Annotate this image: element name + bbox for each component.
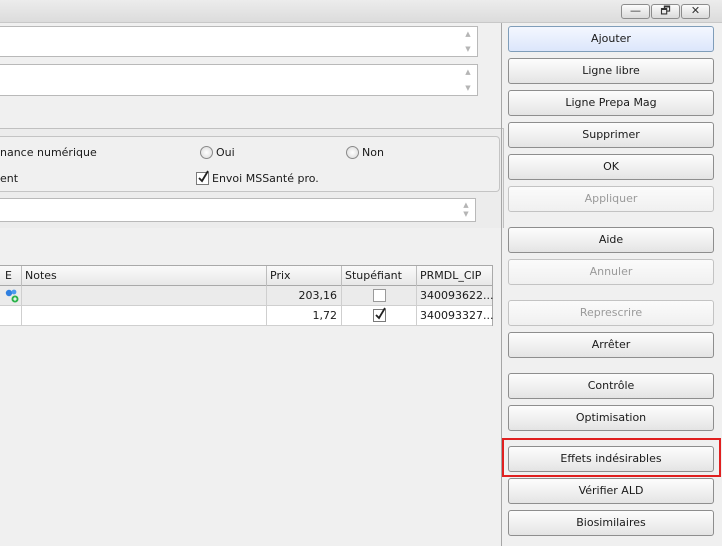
options-box: nance numérique Oui Non ent Envoi MSSant…: [0, 136, 500, 192]
drug-molecule-icon: [5, 289, 19, 303]
table-row[interactable]: 203,16 340093622...: [0, 286, 493, 306]
radio-non-label: Non: [362, 146, 384, 159]
dematerialisation-label: nance numérique: [0, 146, 97, 159]
column-header-prix[interactable]: Prix: [267, 266, 342, 286]
minimize-button[interactable]: —: [621, 4, 650, 19]
cell-stupefiant: [342, 306, 417, 326]
optimisation-button[interactable]: Optimisation: [508, 405, 714, 431]
cell-cip: 340093327...: [420, 309, 493, 322]
aide-button[interactable]: Aide: [508, 227, 714, 253]
table-row[interactable]: 1,72 340093327...: [0, 306, 493, 326]
scroll-up-icon[interactable]: ▲: [459, 201, 473, 210]
memo-2-scrollbar[interactable]: ▲ ▼: [461, 67, 475, 93]
cell-prix: 1,72: [267, 306, 342, 326]
cell-notes: [22, 306, 267, 326]
second-option-label: ent: [0, 172, 19, 185]
radio-oui[interactable]: [200, 146, 213, 159]
stupefiant-checkbox[interactable]: [373, 307, 386, 322]
ligne-libre-button[interactable]: Ligne libre: [508, 58, 714, 84]
column-header-stupefiant[interactable]: Stupéfiant: [342, 266, 417, 286]
memo-field-3[interactable]: ▲ ▼: [0, 198, 476, 222]
controle-button[interactable]: Contrôle: [508, 373, 714, 399]
restore-button[interactable]: 🗗: [651, 4, 680, 19]
ok-button[interactable]: OK: [508, 154, 714, 180]
column-header-cip[interactable]: PRMDL_CIP: [417, 266, 493, 286]
cell-prix: 203,16: [267, 286, 342, 306]
checkmark-icon: [198, 170, 209, 183]
radio-oui-label: Oui: [216, 146, 235, 159]
appliquer-button[interactable]: Appliquer: [508, 186, 714, 212]
annuler-button[interactable]: Annuler: [508, 259, 714, 285]
ligne-prepa-mag-button[interactable]: Ligne Prepa Mag: [508, 90, 714, 116]
verifier-ald-button[interactable]: Vérifier ALD: [508, 478, 714, 504]
memo-field-1[interactable]: ▲ ▼: [0, 26, 478, 57]
cell-cip: 340093622...: [420, 289, 493, 302]
supprimer-button[interactable]: Supprimer: [508, 122, 714, 148]
restore-icon: 🗗: [660, 4, 671, 17]
close-button[interactable]: ✕: [681, 4, 710, 19]
represcrire-button[interactable]: Represcrire: [508, 300, 714, 326]
scroll-down-icon[interactable]: ▼: [461, 83, 475, 93]
scroll-up-icon[interactable]: ▲: [461, 67, 475, 77]
biosimilaires-button[interactable]: Biosimilaires: [508, 510, 714, 536]
memo-field-2[interactable]: ▲ ▼: [0, 64, 478, 96]
mssante-label: Envoi MSSanté pro.: [212, 172, 319, 185]
ajouter-button[interactable]: Ajouter: [508, 26, 714, 52]
mssante-checkbox[interactable]: [196, 170, 209, 185]
cell-e: [0, 306, 22, 326]
scroll-up-icon[interactable]: ▲: [461, 29, 475, 39]
scroll-down-icon[interactable]: ▼: [461, 44, 475, 54]
checkmark-icon: [375, 307, 386, 320]
cell-stupefiant: [342, 286, 417, 306]
minimize-icon: —: [630, 4, 641, 17]
highlight-frame: [502, 438, 721, 477]
cell-e: [0, 286, 22, 306]
column-header-e[interactable]: E: [0, 266, 22, 286]
prescription-grid: E Notes Prix Stupéfiant PRMDL_CIP 203,16…: [0, 265, 493, 326]
title-bar: — 🗗 ✕: [0, 0, 722, 23]
scroll-down-icon[interactable]: ▼: [459, 210, 473, 219]
memo-3-scrollbar[interactable]: ▲ ▼: [459, 201, 473, 219]
arreter-button[interactable]: Arrêter: [508, 332, 714, 358]
cell-notes: [22, 286, 267, 306]
grid-header: E Notes Prix Stupéfiant PRMDL_CIP: [0, 266, 492, 286]
memo-1-scrollbar[interactable]: ▲ ▼: [461, 29, 475, 54]
close-icon: ✕: [690, 4, 701, 17]
column-header-notes[interactable]: Notes: [22, 266, 267, 286]
radio-non[interactable]: [346, 146, 359, 159]
stupefiant-checkbox[interactable]: [373, 289, 386, 302]
